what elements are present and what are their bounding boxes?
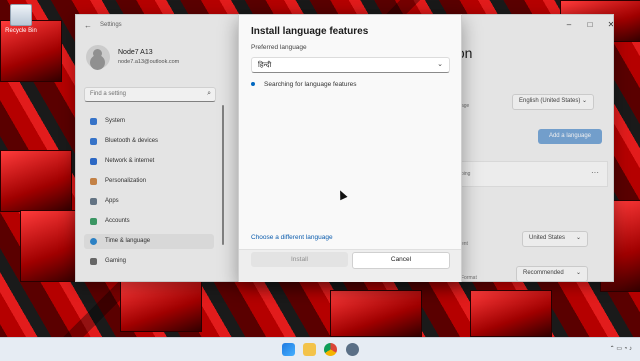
choose-different-language-link[interactable]: Choose a different language [251,234,333,241]
chrome-icon[interactable] [324,343,337,356]
dialog-title: Install language features [251,26,369,37]
start-icon[interactable] [282,343,295,356]
recycle-bin[interactable]: Recycle Bin [4,4,38,34]
wallpaper-cube [330,290,422,337]
selected-language: हिन्दी [258,62,272,69]
file-explorer-icon[interactable] [303,343,316,356]
wallpaper-cube [0,150,72,212]
recycle-bin-icon [10,4,32,26]
system-tray[interactable]: ⌃ ▭ ◔ ♪ [610,345,632,352]
chevron-down-icon: ⌄ [437,61,443,68]
wallpaper-cube [470,290,552,337]
status-text: Searching for language features [264,81,357,88]
cancel-button[interactable]: Cancel [352,252,450,269]
preferred-language-select[interactable]: हिन्दी ⌄ [251,57,450,73]
preferred-language-label: Preferred language [251,44,307,51]
recycle-bin-label: Recycle Bin [5,28,37,34]
settings-icon[interactable] [346,343,359,356]
install-language-dialog: Install language features Preferred lang… [238,14,462,282]
wallpaper-cube [20,210,82,282]
loading-spinner-icon [251,82,255,86]
install-button[interactable]: Install [251,252,348,267]
taskbar: ⌃ ▭ ◔ ♪ [0,337,640,361]
wallpaper-cube [120,280,202,332]
